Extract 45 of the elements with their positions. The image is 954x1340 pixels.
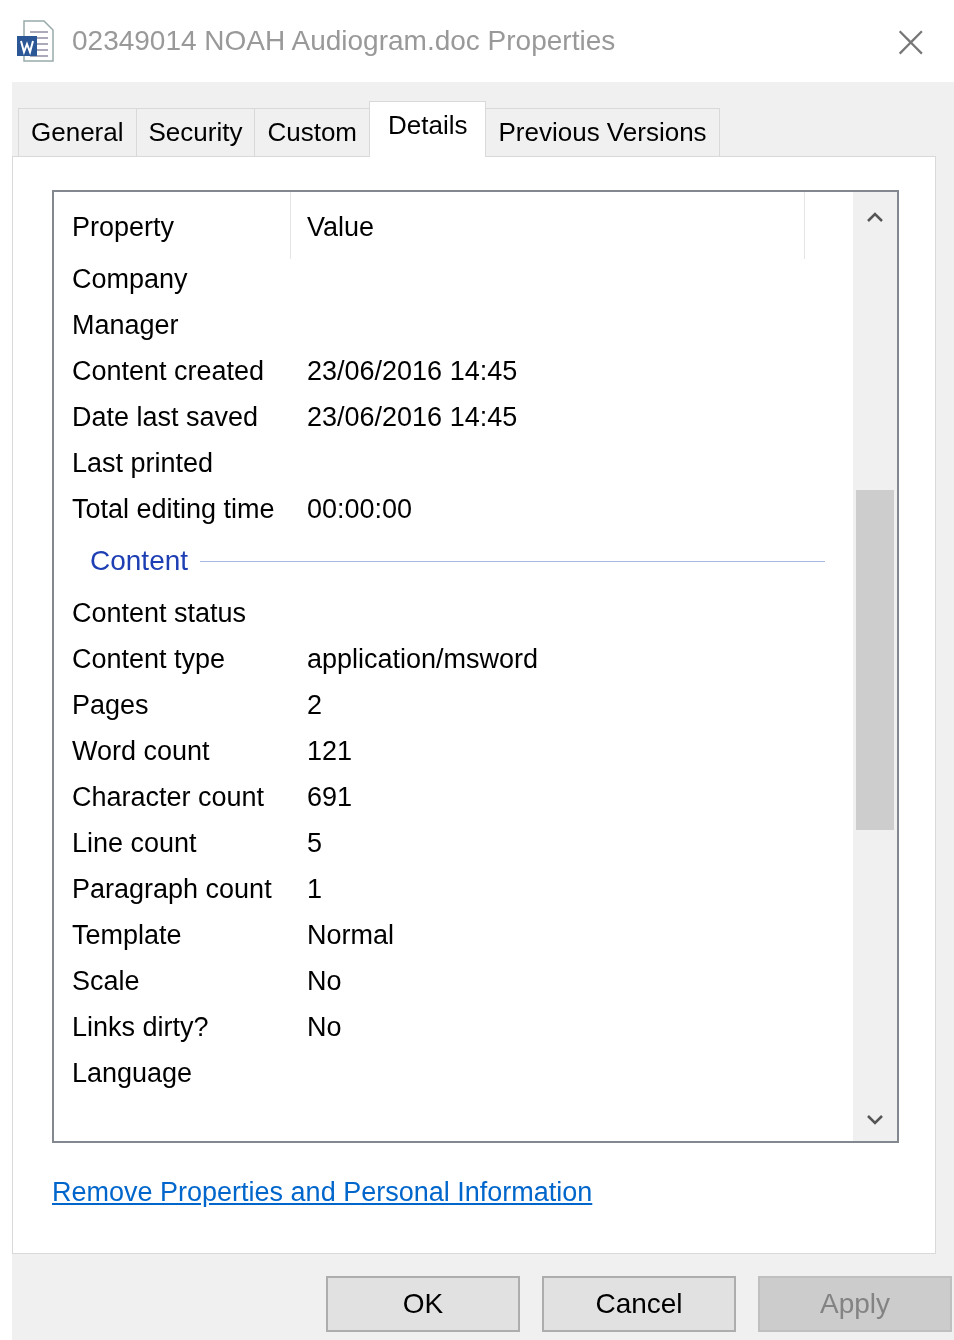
property-value: Normal xyxy=(307,919,394,951)
property-value: No xyxy=(307,1011,342,1043)
property-name: Scale xyxy=(72,965,141,997)
tab[interactable]: Details xyxy=(369,101,487,157)
property-name: Template xyxy=(72,919,183,951)
property-name: Content type xyxy=(72,643,227,675)
property-name: Pages xyxy=(72,689,150,721)
property-value: 00:00:00 xyxy=(307,493,413,525)
property-name: Date last saved xyxy=(72,401,260,433)
property-name: Manager xyxy=(72,309,180,341)
property-name: Content status xyxy=(72,597,248,629)
close-button[interactable]: × xyxy=(881,14,940,68)
property-name: Content created xyxy=(72,355,266,387)
property-name: Paragraph count xyxy=(72,873,273,905)
property-name: Last printed xyxy=(72,447,215,479)
column-header[interactable]: Value xyxy=(291,192,805,259)
tab[interactable]: General xyxy=(18,108,137,156)
property-name: Line count xyxy=(72,827,198,859)
property-value: 5 xyxy=(307,827,323,859)
column-header[interactable]: Property xyxy=(72,192,291,259)
property-value: application/msword xyxy=(307,643,539,675)
scroll-down-icon[interactable] xyxy=(865,1113,885,1127)
scrollbar[interactable] xyxy=(853,192,897,1141)
property-value: 121 xyxy=(307,735,353,767)
property-name: Language xyxy=(72,1057,194,1089)
property-value: 23/06/2016 14:45 xyxy=(307,401,518,433)
remove-properties-link[interactable]: Remove Properties and Personal Information xyxy=(52,1177,593,1208)
property-value: No xyxy=(307,965,342,997)
document-icon xyxy=(16,20,54,62)
property-name: Word count xyxy=(72,735,211,767)
window-title: 02349014 NOAH Audiogram.doc Properties xyxy=(72,25,617,57)
property-name: Character count xyxy=(72,781,266,813)
property-name: Links dirty? xyxy=(72,1011,210,1043)
tab[interactable]: Previous Versions xyxy=(485,108,720,156)
scroll-up-icon[interactable] xyxy=(865,210,885,224)
property-value: 1 xyxy=(307,873,323,905)
dialog-button[interactable]: Cancel xyxy=(542,1276,736,1332)
dialog-button[interactable]: OK xyxy=(326,1276,520,1332)
property-value: 691 xyxy=(307,781,353,813)
scroll-thumb[interactable] xyxy=(856,490,894,830)
property-value: 23/06/2016 14:45 xyxy=(307,355,518,387)
property-value: 2 xyxy=(307,689,323,721)
property-name: Company xyxy=(72,263,189,295)
group-heading: Content xyxy=(90,545,189,577)
property-name: Total editing time xyxy=(72,493,276,525)
